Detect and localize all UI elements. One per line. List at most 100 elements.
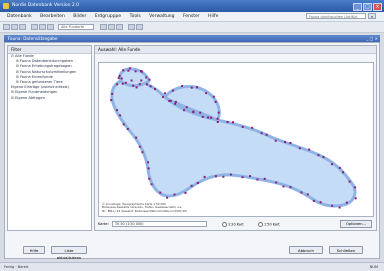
record-marker[interactable] bbox=[117, 76, 120, 79]
record-marker[interactable] bbox=[199, 111, 202, 114]
record-marker[interactable] bbox=[354, 197, 357, 200]
map-view[interactable]: © Grundlage: Topographische Karte 1:50 0… bbox=[98, 62, 374, 217]
menu-item-datenbank[interactable]: Datenbank bbox=[7, 12, 32, 21]
record-marker[interactable] bbox=[342, 171, 344, 174]
record-marker[interactable] bbox=[162, 95, 164, 98]
record-marker[interactable] bbox=[226, 121, 229, 123]
record-marker[interactable] bbox=[116, 83, 119, 86]
record-marker[interactable] bbox=[174, 102, 177, 105]
record-marker[interactable] bbox=[216, 117, 219, 120]
tree-toggle-icon[interactable]: ⊞ bbox=[16, 75, 19, 79]
radio-scale-50[interactable]: 1:50 Kart bbox=[258, 222, 280, 228]
record-marker[interactable] bbox=[241, 125, 244, 128]
record-marker[interactable] bbox=[284, 141, 287, 143]
record-marker[interactable] bbox=[128, 67, 131, 70]
record-marker[interactable] bbox=[212, 95, 215, 98]
record-marker[interactable] bbox=[174, 100, 177, 103]
record-marker[interactable] bbox=[185, 106, 188, 109]
record-marker[interactable] bbox=[345, 201, 348, 204]
record-marker[interactable] bbox=[127, 69, 130, 72]
close-button[interactable]: × bbox=[373, 3, 382, 11]
record-marker[interactable] bbox=[203, 175, 206, 178]
map-options-button[interactable]: Optionen... bbox=[340, 220, 372, 228]
zoom-in-icon[interactable] bbox=[100, 24, 107, 30]
record-marker[interactable] bbox=[147, 161, 150, 164]
help-button[interactable]: Hilfe bbox=[23, 246, 45, 254]
record-marker[interactable] bbox=[331, 163, 333, 166]
save-icon[interactable] bbox=[19, 24, 26, 30]
record-marker[interactable] bbox=[168, 99, 171, 102]
menu-item-verwaltung[interactable]: Verwaltung bbox=[149, 12, 174, 21]
record-marker[interactable] bbox=[207, 116, 210, 119]
tree-toggle-icon[interactable]: ⊞ bbox=[11, 90, 14, 94]
record-marker[interactable] bbox=[256, 178, 259, 181]
tree-toggle-icon[interactable]: ⊞ bbox=[16, 59, 19, 63]
record-marker[interactable] bbox=[146, 83, 148, 86]
record-marker[interactable] bbox=[148, 177, 151, 180]
record-marker[interactable] bbox=[214, 175, 217, 178]
record-marker[interactable] bbox=[181, 85, 184, 87]
record-marker[interactable] bbox=[135, 86, 138, 89]
record-marker[interactable] bbox=[249, 175, 251, 178]
record-marker[interactable] bbox=[251, 126, 254, 129]
refresh-list-button[interactable]: Liste aktualisieren bbox=[51, 246, 87, 260]
record-marker[interactable] bbox=[282, 185, 285, 188]
record-marker[interactable] bbox=[138, 83, 141, 86]
record-marker[interactable] bbox=[166, 196, 169, 199]
record-marker[interactable] bbox=[192, 111, 195, 114]
record-marker[interactable] bbox=[312, 199, 315, 202]
record-marker[interactable] bbox=[289, 142, 292, 144]
record-marker[interactable] bbox=[190, 184, 193, 187]
record-marker[interactable] bbox=[205, 92, 208, 95]
record-marker[interactable] bbox=[289, 186, 292, 189]
record-marker[interactable] bbox=[317, 154, 320, 157]
print-icon[interactable] bbox=[31, 24, 38, 30]
record-marker[interactable] bbox=[214, 100, 217, 103]
record-marker[interactable] bbox=[217, 111, 220, 114]
record-marker[interactable] bbox=[201, 115, 204, 118]
record-marker[interactable] bbox=[265, 133, 268, 136]
record-marker[interactable] bbox=[148, 78, 151, 81]
tree-toggle-icon[interactable]: ⊞ bbox=[16, 70, 19, 74]
record-marker[interactable] bbox=[308, 148, 311, 151]
zoom-out-icon[interactable] bbox=[108, 24, 115, 30]
record-marker[interactable] bbox=[140, 79, 143, 82]
pan-icon[interactable] bbox=[116, 24, 123, 30]
tree-item[interactable]: ⊞Eigene Abfragen bbox=[8, 96, 91, 101]
record-marker[interactable] bbox=[134, 70, 137, 73]
record-marker[interactable] bbox=[210, 116, 213, 119]
record-marker[interactable] bbox=[222, 175, 225, 178]
menu-item-bilder[interactable]: Bilder bbox=[73, 12, 86, 21]
tree-toggle-icon[interactable]: ⊞ bbox=[16, 80, 19, 84]
record-marker[interactable] bbox=[126, 128, 129, 130]
record-marker[interactable] bbox=[354, 186, 357, 189]
tree-toggle-icon[interactable]: ⊞ bbox=[16, 64, 19, 68]
record-marker[interactable] bbox=[171, 89, 174, 92]
record-marker[interactable] bbox=[274, 139, 277, 142]
record-marker[interactable] bbox=[120, 77, 123, 80]
record-marker[interactable] bbox=[121, 82, 124, 85]
filter-icon[interactable] bbox=[39, 24, 46, 30]
record-marker[interactable] bbox=[141, 151, 144, 154]
record-marker[interactable] bbox=[140, 70, 143, 73]
record-marker[interactable] bbox=[300, 191, 303, 194]
record-marker[interactable] bbox=[149, 85, 152, 88]
open-icon[interactable] bbox=[11, 24, 18, 30]
record-marker[interactable] bbox=[154, 88, 156, 90]
record-marker[interactable] bbox=[306, 193, 309, 196]
menu-item-hilfe[interactable]: Hilfe bbox=[208, 12, 218, 21]
record-marker[interactable] bbox=[122, 69, 125, 72]
map-icon[interactable] bbox=[128, 24, 135, 30]
record-marker[interactable] bbox=[159, 191, 162, 194]
record-marker[interactable] bbox=[118, 74, 121, 77]
record-marker[interactable] bbox=[298, 147, 301, 150]
tree-toggle-icon[interactable]: ⊞ bbox=[11, 96, 14, 100]
record-marker[interactable] bbox=[119, 114, 122, 117]
close-dialog-button[interactable]: Schließen bbox=[329, 246, 363, 254]
record-marker[interactable] bbox=[145, 76, 148, 79]
record-marker[interactable] bbox=[348, 180, 351, 183]
minimize-button[interactable]: _ bbox=[353, 3, 362, 11]
record-marker[interactable] bbox=[130, 79, 133, 82]
record-marker[interactable] bbox=[163, 92, 166, 95]
settings-icon[interactable] bbox=[136, 24, 143, 30]
